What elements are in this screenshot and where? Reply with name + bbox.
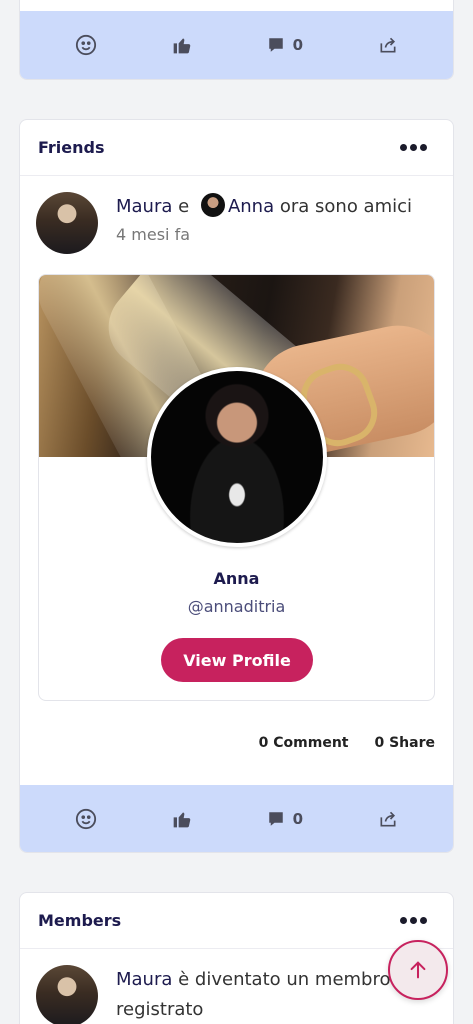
smiley-icon <box>76 808 97 830</box>
timestamp: 4 mesi fa <box>116 225 190 244</box>
share-stat[interactable]: 0 Share <box>374 735 435 751</box>
card-title: Friends <box>38 138 105 157</box>
top-action-bar: 0 <box>20 11 453 79</box>
friends-card: Friends Maura e Anna ora sono amici 4 me… <box>19 119 454 853</box>
arrow-up-icon <box>410 961 426 979</box>
friends-action-bar: 0 <box>20 785 453 852</box>
share-icon <box>380 37 396 53</box>
members-card-header: Members <box>20 893 453 949</box>
share-button[interactable] <box>378 809 398 829</box>
profile-card: Anna @annaditria View Profile <box>38 274 435 701</box>
comment-icon <box>268 812 283 826</box>
friendship-activity: Maura e Anna ora sono amici 4 mesi fa <box>20 176 453 254</box>
like-button[interactable] <box>172 809 192 829</box>
comment-count: 0 <box>292 810 304 828</box>
react-button[interactable] <box>75 34 97 56</box>
comment-button[interactable]: 0 <box>267 36 303 54</box>
top-post-card: 0 <box>19 0 454 80</box>
comment-count: 0 <box>292 36 304 54</box>
comment-button[interactable]: 0 <box>267 810 303 828</box>
scroll-to-top-button[interactable] <box>388 940 448 1000</box>
avatar[interactable] <box>36 965 98 1024</box>
react-button[interactable] <box>75 808 97 830</box>
thumbs-up-icon <box>173 812 191 828</box>
comment-icon <box>268 38 283 52</box>
member-activity: Maura è diventato un membro registrato <box>20 949 453 1024</box>
actor-link[interactable]: Maura <box>116 969 172 990</box>
members-card: Members Maura è diventato un membro regi… <box>19 892 454 1024</box>
more-options-icon[interactable] <box>400 917 435 924</box>
view-profile-button[interactable]: View Profile <box>161 638 313 682</box>
more-options-icon[interactable] <box>400 144 435 151</box>
profile-name: Anna <box>213 569 260 588</box>
profile-handle: @annaditria <box>187 597 286 616</box>
action-text: ora sono amici <box>279 196 413 217</box>
friend-link[interactable]: Anna <box>228 196 274 217</box>
conjunction-text: e <box>178 196 190 217</box>
like-button[interactable] <box>172 35 192 55</box>
post-stats: 0 Comment 0 Share <box>20 701 453 785</box>
actor-link[interactable]: Maura <box>116 196 172 217</box>
comment-stat[interactable]: 0 Comment <box>259 735 349 751</box>
profile-avatar[interactable] <box>147 367 327 547</box>
thumbs-up-icon <box>173 38 191 54</box>
friend-avatar[interactable] <box>200 193 225 217</box>
share-icon <box>380 811 396 827</box>
smiley-icon <box>76 34 97 56</box>
avatar[interactable] <box>36 192 98 254</box>
share-button[interactable] <box>378 35 398 55</box>
friends-card-header: Friends <box>20 120 453 176</box>
card-title: Members <box>38 911 122 930</box>
